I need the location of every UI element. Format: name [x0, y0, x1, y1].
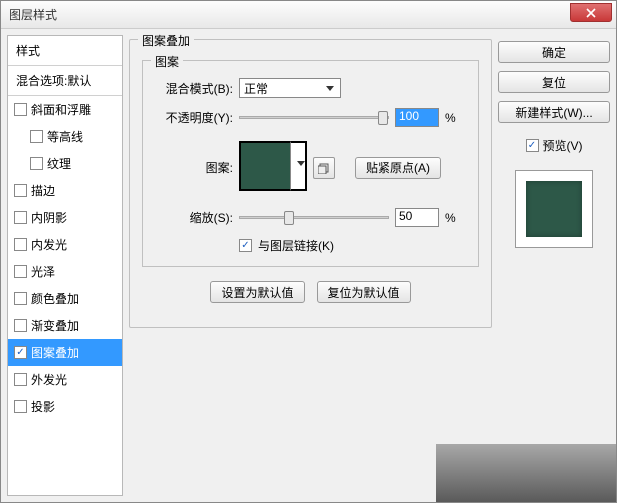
- scale-thumb[interactable]: [284, 211, 294, 225]
- style-item[interactable]: 描边: [8, 177, 122, 204]
- style-item[interactable]: 内发光: [8, 231, 122, 258]
- preview-box: [515, 170, 593, 248]
- blend-mode-label: 混合模式(B):: [155, 80, 233, 97]
- scale-input[interactable]: 50: [395, 208, 439, 227]
- style-checkbox[interactable]: [14, 346, 27, 359]
- ok-button[interactable]: 确定: [498, 41, 610, 63]
- pattern-label: 图案:: [155, 159, 233, 176]
- opacity-unit: %: [445, 111, 456, 125]
- style-checkbox[interactable]: [14, 211, 27, 224]
- new-preset-button[interactable]: [313, 157, 335, 179]
- group-title: 图案叠加: [138, 32, 194, 49]
- style-item[interactable]: 纹理: [8, 150, 122, 177]
- style-label: 颜色叠加: [31, 290, 79, 307]
- link-label: 与图层链接(K): [258, 237, 334, 254]
- style-label: 内发光: [31, 236, 67, 253]
- style-label: 等高线: [47, 128, 83, 145]
- style-item[interactable]: 投影: [8, 393, 122, 420]
- link-checkbox[interactable]: [239, 239, 252, 252]
- blend-mode-select[interactable]: 正常: [239, 78, 341, 98]
- set-default-button[interactable]: 设置为默认值: [210, 281, 304, 303]
- opacity-thumb[interactable]: [378, 111, 388, 125]
- style-checkbox[interactable]: [30, 130, 43, 143]
- scale-unit: %: [445, 211, 456, 225]
- overlay-shadow: [436, 444, 616, 502]
- blend-options-item[interactable]: 混合选项:默认: [8, 66, 122, 96]
- style-checkbox[interactable]: [30, 157, 43, 170]
- style-label: 图案叠加: [31, 344, 79, 361]
- style-item[interactable]: 光泽: [8, 258, 122, 285]
- style-label: 外发光: [31, 371, 67, 388]
- close-button[interactable]: [570, 3, 612, 22]
- inner-title: 图案: [151, 53, 183, 70]
- style-label: 渐变叠加: [31, 317, 79, 334]
- scale-slider[interactable]: [239, 216, 389, 219]
- pattern-picker[interactable]: [239, 141, 307, 194]
- style-label: 内阴影: [31, 209, 67, 226]
- dialog-title: 图层样式: [9, 6, 57, 23]
- style-checkbox[interactable]: [14, 103, 27, 116]
- cancel-button[interactable]: 复位: [498, 71, 610, 93]
- style-label: 投影: [31, 398, 55, 415]
- style-item[interactable]: 外发光: [8, 366, 122, 393]
- new-style-button[interactable]: 新建样式(W)...: [498, 101, 610, 123]
- action-panel: 确定 复位 新建样式(W)... 预览(V): [498, 35, 610, 496]
- preview-checkbox[interactable]: [526, 139, 539, 152]
- styles-header[interactable]: 样式: [8, 36, 122, 66]
- blend-mode-value: 正常: [244, 80, 268, 97]
- reset-default-button[interactable]: 复位为默认值: [317, 281, 411, 303]
- style-checkbox[interactable]: [14, 292, 27, 305]
- snap-origin-button[interactable]: 贴紧原点(A): [355, 157, 441, 179]
- pattern-swatch[interactable]: [239, 141, 307, 191]
- styles-list: 样式 混合选项:默认 斜面和浮雕等高线纹理描边内阴影内发光光泽颜色叠加渐变叠加图…: [7, 35, 123, 496]
- style-item[interactable]: 等高线: [8, 123, 122, 150]
- settings-panel: 图案叠加 图案 混合模式(B): 正常 不透明度(Y):: [129, 35, 492, 496]
- preview-swatch: [526, 181, 582, 237]
- style-label: 光泽: [31, 263, 55, 280]
- style-checkbox[interactable]: [14, 265, 27, 278]
- style-checkbox[interactable]: [14, 238, 27, 251]
- layer-style-dialog: 图层样式 样式 混合选项:默认 斜面和浮雕等高线纹理描边内阴影内发光光泽颜色叠加…: [0, 0, 617, 503]
- style-label: 描边: [31, 182, 55, 199]
- scale-label: 缩放(S):: [155, 209, 233, 226]
- opacity-input[interactable]: 100: [395, 108, 439, 127]
- style-item[interactable]: 斜面和浮雕: [8, 96, 122, 123]
- opacity-label: 不透明度(Y):: [155, 109, 233, 126]
- new-preset-icon: [318, 162, 330, 174]
- style-label: 斜面和浮雕: [31, 101, 91, 118]
- style-checkbox[interactable]: [14, 319, 27, 332]
- titlebar[interactable]: 图层样式: [1, 1, 616, 29]
- style-checkbox[interactable]: [14, 373, 27, 386]
- preview-label: 预览(V): [543, 137, 583, 154]
- style-item[interactable]: 颜色叠加: [8, 285, 122, 312]
- style-item[interactable]: 图案叠加: [8, 339, 122, 366]
- style-checkbox[interactable]: [14, 400, 27, 413]
- close-icon: [586, 8, 596, 18]
- style-item[interactable]: 内阴影: [8, 204, 122, 231]
- style-item[interactable]: 渐变叠加: [8, 312, 122, 339]
- chevron-down-icon: [297, 161, 305, 166]
- opacity-slider[interactable]: [239, 116, 389, 119]
- style-label: 纹理: [47, 155, 71, 172]
- style-checkbox[interactable]: [14, 184, 27, 197]
